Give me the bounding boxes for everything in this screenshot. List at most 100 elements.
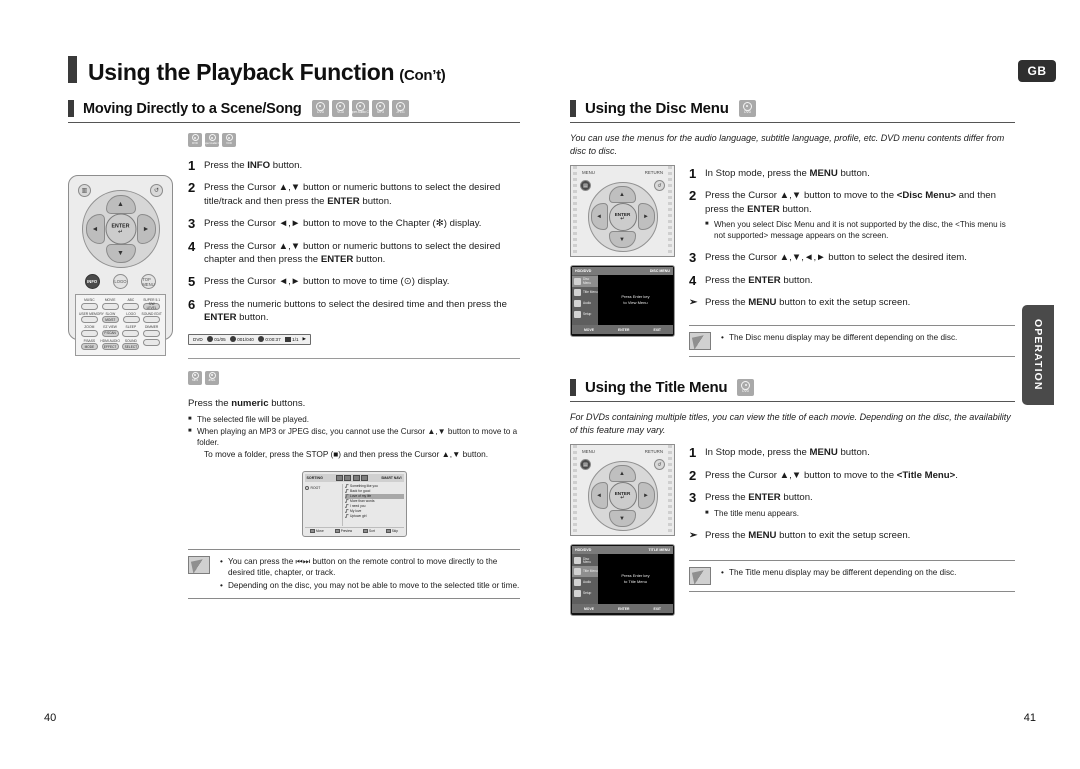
- tv-menu-item-disc-menu[interactable]: Disc Menu: [572, 555, 598, 566]
- bullet-item: ■ The title menu appears.: [705, 508, 800, 518]
- keypad-button[interactable]: [143, 316, 161, 323]
- softkey-move[interactable]: MOVE: [584, 328, 594, 332]
- section-tab-label: OPERATION: [1032, 319, 1044, 391]
- enter-button[interactable]: ENTER ↵: [608, 482, 637, 511]
- tv-menu-item-disc-menu[interactable]: Disc Menu: [572, 276, 598, 287]
- disc-menu-illustrations: MENU RETURN ▤ ↺ ▲ ▼ ◄ ► ENTER ↵ HDD/DVD …: [570, 165, 675, 357]
- pencil-note-icon: [188, 555, 210, 574]
- softkey-exit[interactable]: EXIT: [653, 328, 661, 332]
- step-text: In Stop mode, press the MENU button.: [705, 447, 870, 459]
- tv-menu-item-setup[interactable]: Setup: [572, 588, 598, 599]
- tv-menu-item-audio[interactable]: Audio: [572, 577, 598, 588]
- softkey-sort[interactable]: Sort: [362, 529, 375, 534]
- mp3-screen-toolbar: SORTING SMART NAVI: [304, 473, 404, 482]
- keypad-button[interactable]: S/W LEVEL: [143, 302, 161, 310]
- keypad-button[interactable]: [122, 316, 140, 323]
- disc-icon-cd: Super Audio CD: [349, 100, 371, 117]
- keypad-button[interactable]: P.SCAN: [101, 329, 119, 337]
- keypad-button[interactable]: [143, 329, 161, 337]
- softkey-enter[interactable]: ENTER: [618, 607, 630, 611]
- cursor-up-button[interactable]: ▲: [105, 195, 136, 214]
- section-heading-title-menu: Using the Title Menu DVD: [570, 379, 1015, 403]
- disc-menu-icon: [574, 278, 581, 285]
- keypad-button[interactable]: [81, 316, 98, 323]
- music-note-icon: [344, 499, 349, 504]
- sort-icon-genre[interactable]: [352, 474, 360, 481]
- note-item: • The Title menu display may be different…: [721, 568, 957, 578]
- keypad-button[interactable]: [80, 302, 98, 310]
- keypad-button[interactable]: [143, 339, 161, 346]
- note-item: • You can press the ⏮⏭ button on the remo…: [220, 556, 498, 578]
- softkey-move[interactable]: Move: [309, 529, 324, 534]
- step-item: 2 Press the Cursor ▲,▼ button to move to…: [689, 189, 1015, 242]
- softkey-exit[interactable]: EXIT: [653, 607, 661, 611]
- keypad-row: MUSIC MOVIE ABC SUPER 5.1 S/W LEVEL: [78, 298, 163, 310]
- exit-note-text: Press the MENU button to exit the setup …: [705, 297, 911, 309]
- remote-round-button-row: INFO LOGO TOP MENU: [69, 274, 172, 289]
- info-bar-chapter: 001/040: [229, 336, 254, 343]
- softkey-move[interactable]: MOVE: [584, 607, 594, 611]
- sort-icon-title[interactable]: [361, 474, 369, 481]
- disc-menu-instructions: 1 In Stop mode, press the MENU button. 2…: [689, 165, 1015, 358]
- keypad-button[interactable]: [122, 302, 140, 310]
- keypad-button[interactable]: [101, 302, 119, 310]
- logo-button[interactable]: LOGO: [112, 274, 128, 289]
- enter-arrow-icon: ↵: [620, 495, 625, 502]
- cursor-right-button[interactable]: ►: [637, 203, 655, 230]
- tv-menu-item-audio[interactable]: Audio: [572, 298, 598, 309]
- cursor-left-button[interactable]: ◄: [590, 203, 608, 230]
- section-heading-text: Using the Disc Menu: [585, 100, 729, 117]
- tv-menu-item-setup[interactable]: Setup: [572, 309, 598, 320]
- sort-icon-artist[interactable]: [335, 474, 343, 481]
- disc-menu-icon: [574, 557, 581, 565]
- step-item: 3 Press the ENTER button. ■ The title me…: [689, 490, 813, 518]
- keypad-button[interactable]: EFFECT: [101, 343, 119, 350]
- enter-button[interactable]: ENTER ↵: [608, 203, 637, 231]
- keypad-button[interactable]: [80, 329, 98, 337]
- softkey-enter[interactable]: ENTER: [618, 328, 630, 332]
- list-item[interactable]: Uptown girl: [344, 514, 404, 519]
- tv-screen-message-area: Press Enter key to View Menu: [598, 275, 673, 325]
- step-text: Press the ENTER button.: [705, 492, 813, 504]
- smart-navi-label: SMART NAVI: [381, 475, 402, 480]
- clock-icon: [257, 336, 264, 343]
- info-bar-repeat: 1/1: [284, 336, 299, 342]
- cursor-up-button[interactable]: ▲: [608, 186, 636, 203]
- playback-info-bar: DVD 01/05 001/040 0:00:37 1/1 ▶: [188, 333, 312, 345]
- tv-screen-softkeys: MOVE ENTER EXIT: [572, 325, 673, 334]
- softkey-skip[interactable]: Skip: [385, 529, 398, 534]
- music-note-icon: [344, 494, 349, 499]
- bullet-square-icon: ■: [705, 221, 709, 228]
- keypad-button[interactable]: [122, 329, 140, 337]
- keypad-button[interactable]: MODE: [80, 343, 98, 350]
- step-item: 5 Press the Cursor ◄,► button to move to…: [188, 274, 450, 290]
- title-menu-illustrations: MENU RETURN ▤ ↺ ▲ ▼ ◄ ► ENTER ↵ HDD/DVD …: [570, 444, 675, 617]
- remote-keypad: MUSIC MOVIE ABC SUPER 5.1 S/W LEVEL USER …: [75, 294, 166, 356]
- step-item: 4 Press the ENTER button.: [689, 272, 813, 288]
- step-item: 3 Press the Cursor ◄,► button to move to…: [188, 216, 482, 232]
- disc-icon-jpeg: JPEG: [391, 100, 409, 117]
- softkey-preview[interactable]: Preview: [334, 529, 352, 534]
- bullet-item: ■ When you select Disc Menu and it is no…: [705, 220, 1006, 241]
- section-heading-text: Moving Directly to a Scene/Song: [83, 100, 302, 117]
- enter-button[interactable]: ENTER ↵: [105, 213, 136, 245]
- top-menu-button[interactable]: TOP MENU: [141, 274, 157, 289]
- info-button[interactable]: INFO: [84, 274, 100, 289]
- disc-menu-body: MENU RETURN ▤ ↺ ▲ ▼ ◄ ► ENTER ↵ HDD/DVD …: [570, 165, 1015, 358]
- tv-screen-title-menu: HDD/DVD TITLE MENU Disc Menu Title Menu …: [570, 544, 675, 617]
- repeat-icon: [284, 336, 291, 342]
- page-title-suffix: (Con’t): [399, 67, 446, 84]
- page-title-text: Using the Playback Function: [88, 59, 395, 85]
- keypad-button[interactable]: SELECT: [122, 343, 140, 350]
- keypad-button[interactable]: MO/ST: [101, 316, 119, 323]
- tv-menu-item-title-menu[interactable]: Title Menu: [572, 566, 598, 578]
- root-folder-item[interactable]: ROOT: [304, 485, 342, 490]
- info-bar-title: 01/05: [206, 336, 226, 343]
- tv-menu-item-title-menu[interactable]: Title Menu: [572, 287, 598, 298]
- note-box: • The Disc menu display may be different …: [689, 325, 1015, 358]
- gear-icon: [574, 590, 581, 598]
- heading-accent-bar: [68, 100, 74, 117]
- sort-icon-album[interactable]: [344, 474, 352, 481]
- step-item: 6 Press the numeric buttons to select th…: [188, 298, 520, 325]
- cursor-up-button[interactable]: ▲: [608, 465, 636, 483]
